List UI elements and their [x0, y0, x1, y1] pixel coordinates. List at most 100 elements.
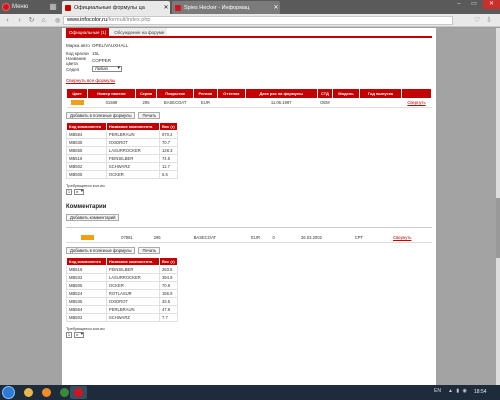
property-key: Марка авто	[66, 43, 90, 49]
tray-icons[interactable]: ▲ ▮ ◉	[448, 388, 468, 394]
formula-actions: Добавить в полезные формулы Печать	[66, 247, 432, 254]
clock[interactable]: 18:54	[474, 389, 487, 395]
quantity-input[interactable]: 1	[66, 188, 72, 195]
component-name: FEINSILBER	[105, 265, 160, 274]
column-header: Название компонента	[105, 121, 160, 131]
column-header: Модель	[332, 87, 360, 99]
forward-icon[interactable]: ›	[15, 16, 24, 25]
table-cell: 01589	[87, 98, 136, 108]
speed-dial-icon[interactable]: ▦	[48, 2, 58, 12]
page-content: Официальные (1) Обсуждение на форуме Мар…	[62, 28, 436, 385]
color-swatch-cell	[66, 98, 88, 108]
table-row: MB516 FEINSILBER 253.6	[66, 265, 179, 274]
table-row: MB502 SCHWARZ 7.7	[66, 313, 179, 322]
minimize-icon[interactable]: –	[452, 0, 466, 9]
color-swatch	[80, 234, 94, 240]
column-header: Код компонента	[66, 257, 107, 266]
component-name: OCKER	[105, 281, 160, 290]
table-row: MB535 OXIDROT 33.5	[66, 297, 179, 306]
component-name: PERLBRAUN	[105, 305, 160, 314]
components-header-row: Код компонента Название компонента Вес (…	[66, 121, 179, 131]
component-weight: 670.2	[158, 129, 179, 139]
sediment-select[interactable]: Любая	[92, 66, 122, 72]
column-header: Код компонента	[66, 121, 107, 131]
tab-forum[interactable]: Обсуждение на форуме	[111, 28, 168, 36]
component-code: MB564	[66, 305, 107, 314]
heart-icon[interactable]: ♡	[474, 16, 480, 24]
column-header: Серия	[134, 87, 158, 99]
url-input[interactable]: www.infocolor.ru/formuli/index.php	[63, 16, 453, 25]
component-code: MB524	[66, 289, 107, 298]
table-row: MB564 PERLBRAUN 47.9	[66, 305, 179, 314]
formula-subtabs: Официальные (1) Обсуждение на форуме	[66, 28, 432, 38]
page-scrollbar[interactable]	[496, 28, 500, 385]
collapse-formula-link[interactable]: Свернуть	[372, 233, 432, 243]
close-window-icon[interactable]: ✕	[483, 0, 500, 9]
tab-favicon-icon	[65, 4, 71, 11]
taskbar-app-opera[interactable]	[70, 386, 87, 399]
collapse-formula-link[interactable]: Свернуть	[401, 98, 432, 108]
table-cell: 295	[145, 233, 169, 243]
app-icon	[60, 388, 69, 397]
add-to-favorites-button[interactable]: Добавить в полезные формулы	[66, 247, 136, 254]
taskbar-app-explorer[interactable]	[20, 386, 37, 399]
language-indicator[interactable]: EN	[434, 388, 441, 394]
quantity-controls: 1 л	[66, 188, 432, 195]
download-icon[interactable]: ⇩	[486, 16, 492, 24]
table-row: MB505 OCKER 6.5	[66, 169, 179, 179]
scrollbar-thumb[interactable]	[496, 198, 500, 258]
quantity-input[interactable]: 1	[66, 332, 72, 338]
collapse-all-link[interactable]: Свернуть все формулы	[66, 78, 432, 85]
page-viewport: Официальные (1) Обсуждение на форуме Мар…	[0, 28, 496, 385]
quantity-controls: 1 л	[66, 332, 432, 338]
component-code: MB505	[66, 169, 107, 179]
folder-icon	[24, 388, 33, 397]
back-icon[interactable]: ‹	[3, 16, 12, 25]
component-weight: 70.7	[158, 137, 179, 147]
column-header: Цвет	[65, 87, 89, 99]
maximize-icon[interactable]: ▭	[467, 0, 481, 9]
unit-select[interactable]: л	[74, 332, 84, 338]
column-header: Вес (г)	[158, 257, 179, 266]
column-header: Оттенок	[216, 87, 246, 99]
component-weight: 156.9	[158, 289, 179, 298]
tab-official[interactable]: Официальные (1)	[66, 28, 110, 36]
table-cell: OEM	[317, 98, 333, 108]
reload-icon[interactable]: ↻	[27, 16, 36, 25]
browser-tabbar: Меню ▦ Официальные формулы ца ✕ Spies He…	[0, 0, 500, 14]
add-to-favorites-button[interactable]: Добавить в полезные формулы	[66, 111, 136, 119]
unit-select[interactable]: л	[74, 188, 84, 195]
property-value: OPEL/VAUXHALL	[92, 43, 129, 49]
browser-tab-formulas[interactable]: Официальные формулы ца ✕	[62, 1, 170, 14]
print-button[interactable]: Печать	[138, 111, 161, 119]
column-header: Покрытие	[156, 87, 194, 99]
opera-menu-button[interactable]: Меню	[2, 2, 42, 12]
tab-title: Официальные формулы ца	[74, 4, 145, 11]
close-tab-icon[interactable]: ✕	[272, 4, 280, 11]
component-code: MB502	[66, 161, 107, 171]
close-tab-icon[interactable]: ✕	[162, 4, 170, 11]
property-key: Седел	[66, 66, 80, 72]
browser-tab-spies-hecker[interactable]: Spies Hecker - Информац ✕	[172, 1, 280, 14]
quantity-label: Требующееся кол-во	[66, 326, 105, 331]
component-code: MB532	[66, 273, 107, 282]
print-button[interactable]: Печать	[138, 247, 161, 254]
table-cell: 11.06.1997	[245, 98, 318, 108]
divider	[66, 226, 432, 228]
component-name: FEINSILBER	[105, 153, 160, 163]
start-button[interactable]	[2, 386, 15, 399]
component-weight: 7.7	[158, 313, 179, 322]
table-row: MB555 LASURROCKER 128.3	[66, 145, 179, 155]
property-key: Название цвета	[66, 55, 87, 66]
home-icon[interactable]: ⌂	[39, 16, 48, 25]
vehicle-properties: Марка авто OPEL/VAUXHALL Код краски 15L …	[66, 42, 432, 74]
formula-table: Цвет Номер панели Серия Покрытие Регион …	[65, 87, 432, 108]
taskbar-app-media[interactable]	[38, 386, 55, 399]
component-name: SCHWARZ	[105, 161, 160, 171]
component-name: PERLBRAUN	[105, 129, 160, 139]
component-name: LASURROCKER	[105, 273, 160, 282]
add-comment-button[interactable]: Добавить комментарий	[66, 213, 120, 221]
table-row: MB532 LASURROCKER 394.9	[66, 273, 179, 282]
table-cell: BASECOAT	[156, 98, 194, 108]
components-table: Код компонента Название компонента Вес (…	[66, 121, 179, 179]
